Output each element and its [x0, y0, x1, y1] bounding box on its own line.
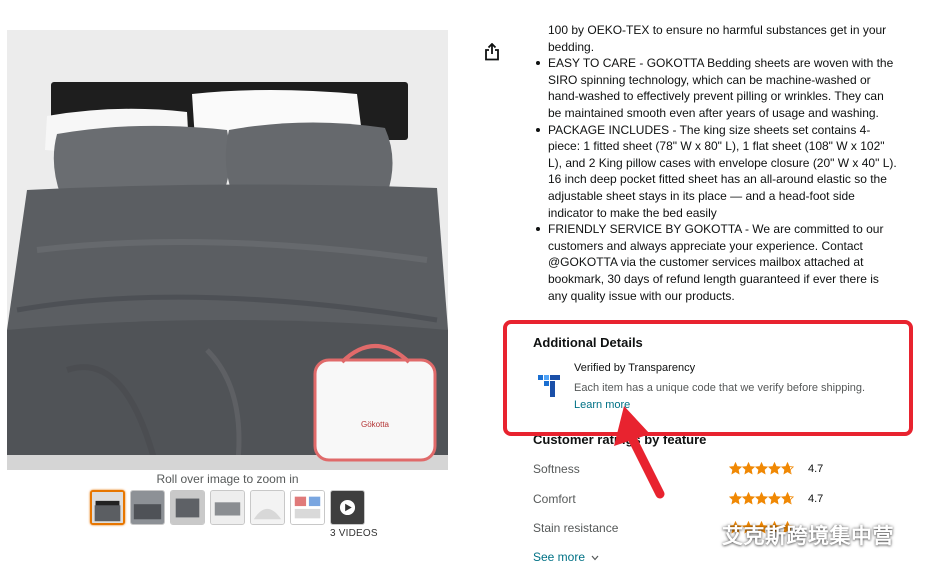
star-icon	[742, 492, 755, 505]
rating-row-softness: Softness 4.7	[533, 462, 833, 478]
thumbnail-video[interactable]	[330, 490, 365, 525]
rating-label: Comfort	[533, 492, 576, 506]
rating-row-comfort: Comfort 4.7	[533, 492, 833, 508]
thumbnail-2[interactable]	[130, 490, 165, 525]
star-icon	[755, 492, 768, 505]
star-rating	[729, 492, 794, 505]
watermark: 艾克斯跨境集中营	[688, 518, 894, 552]
thumbnail-1[interactable]	[90, 490, 125, 525]
star-icon	[729, 462, 742, 475]
thumbnail-strip	[90, 490, 365, 525]
thumbnail-5[interactable]	[250, 490, 285, 525]
share-icon	[485, 43, 499, 61]
rating-score: 4.7	[808, 493, 824, 505]
bullet-list: EASY TO CARE - GOKOTTA Bedding sheets ar…	[533, 55, 898, 304]
thumbnail-3[interactable]	[170, 490, 205, 525]
star-icon	[742, 462, 755, 475]
star-icon	[781, 492, 794, 505]
red-arrow-icon	[614, 406, 665, 499]
bed-photo: Gökotta	[7, 30, 448, 470]
see-more-link[interactable]: See more	[533, 550, 599, 564]
bullet-friendly-service: FRIENDLY SERVICE BY GOKOTTA - We are com…	[533, 221, 898, 304]
chevron-down-icon	[591, 555, 599, 561]
star-icon	[768, 492, 781, 505]
zoom-hint: Roll over image to zoom in	[156, 472, 299, 486]
star-icon	[755, 462, 768, 475]
star-icon	[781, 462, 794, 475]
rating-label: Softness	[533, 462, 580, 476]
highlight-box	[503, 320, 913, 436]
bag-brand-text: Gökotta	[361, 420, 390, 429]
feature-bullets: 100 by OEKO-TEX to ensure no harmful sub…	[533, 22, 898, 304]
rating-label: Stain resistance	[533, 521, 619, 535]
rating-score: 4.7	[808, 463, 824, 475]
see-more-label: See more	[533, 550, 586, 564]
star-icon	[768, 462, 781, 475]
bullet-package-includes: PACKAGE INCLUDES - The king size sheets …	[533, 122, 898, 222]
main-product-image[interactable]: Gökotta	[7, 30, 448, 470]
star-rating	[729, 462, 794, 475]
thumbnail-6[interactable]	[290, 490, 325, 525]
wechat-icon	[688, 524, 716, 545]
star-icon	[729, 492, 742, 505]
watermark-text: 艾克斯跨境集中营	[722, 525, 894, 548]
share-button[interactable]	[480, 40, 504, 64]
bullet-continuation: 100 by OEKO-TEX to ensure no harmful sub…	[548, 23, 887, 54]
videos-count-label[interactable]: 3 VIDEOS	[330, 528, 378, 539]
thumbnail-4[interactable]	[210, 490, 245, 525]
bullet-easy-to-care: EASY TO CARE - GOKOTTA Bedding sheets ar…	[533, 55, 898, 121]
